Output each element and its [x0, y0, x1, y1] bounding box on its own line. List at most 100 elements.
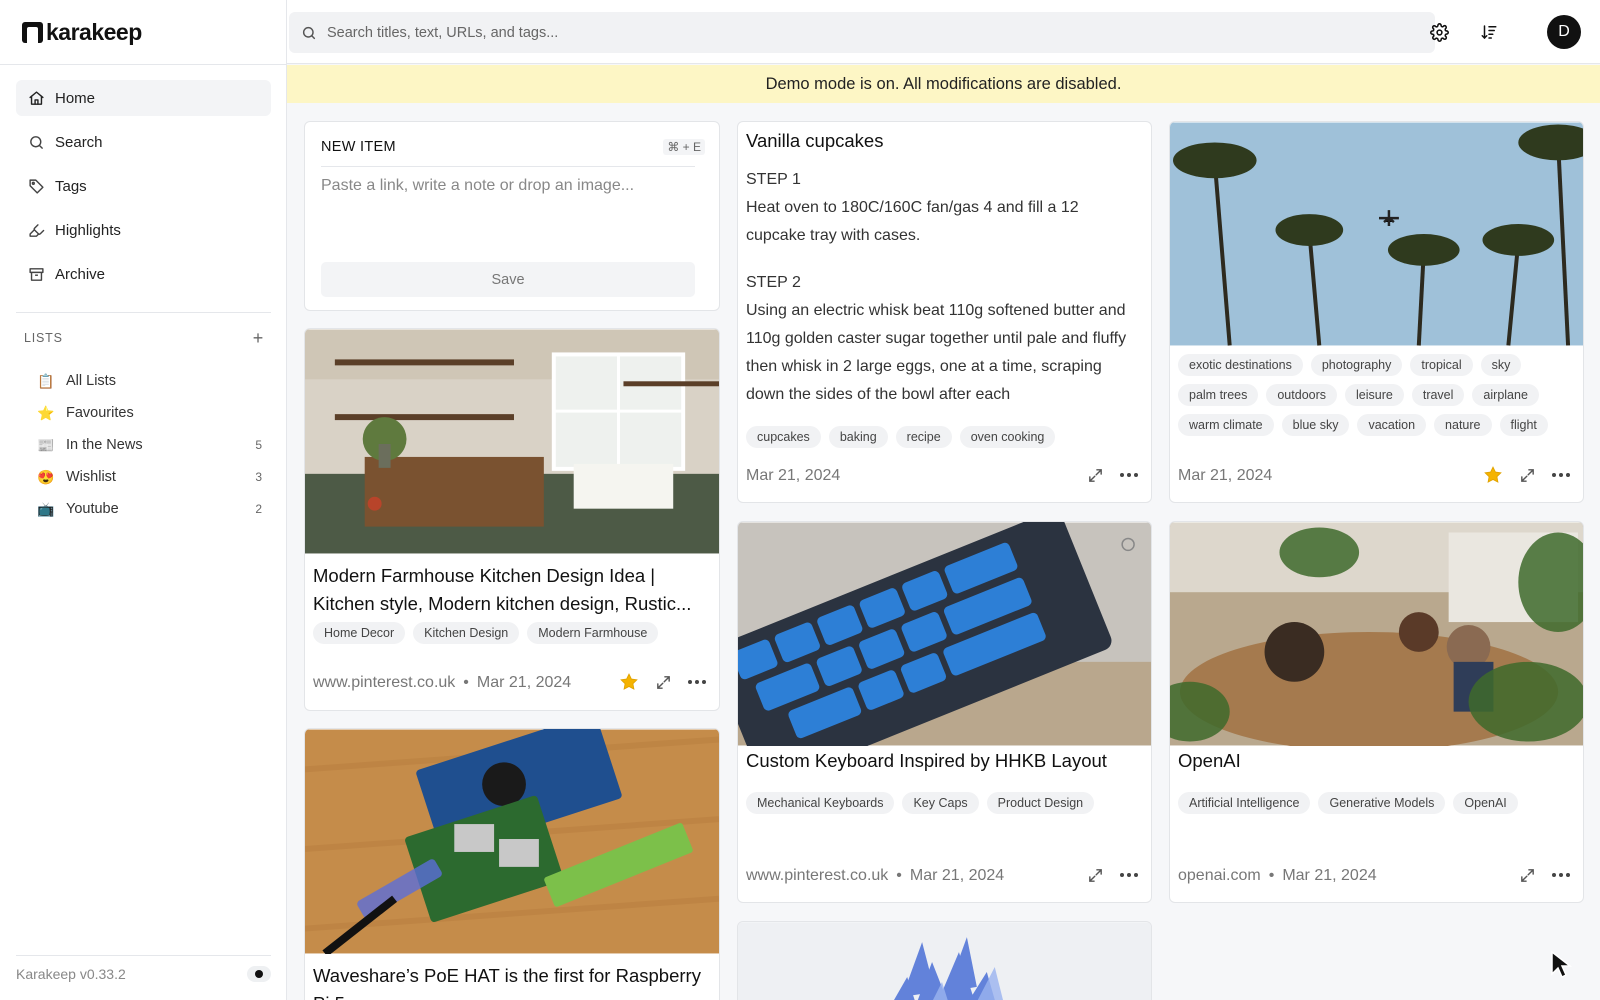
sort-button[interactable]	[1475, 18, 1503, 46]
nav-item-tags[interactable]: Tags	[16, 168, 271, 204]
bookmark-card-openai[interactable]: OpenAI Artificial Intelligence Generativ…	[1169, 521, 1584, 903]
tag-chip[interactable]: oven cooking	[959, 426, 1056, 448]
tv-icon: 📺	[37, 500, 55, 517]
favourite-star-icon[interactable]	[619, 672, 639, 692]
card-domain[interactable]: www.pinterest.co.uk	[746, 867, 888, 885]
tag-chip[interactable]: flight	[1499, 414, 1548, 436]
divider	[16, 312, 271, 313]
tag-chip[interactable]: baking	[828, 426, 888, 448]
tag-chip[interactable]: nature	[1434, 414, 1492, 436]
card-title[interactable]: Vanilla cupcakes	[746, 130, 883, 152]
bookmark-card-kitchen[interactable]: Modern Farmhouse Kitchen Design Idea | K…	[304, 328, 720, 711]
card-domain[interactable]: www.pinterest.co.uk	[313, 674, 455, 692]
kitchen-image[interactable]	[305, 329, 719, 554]
tag-chip[interactable]: vacation	[1357, 414, 1427, 436]
tag-chip[interactable]: outdoors	[1266, 384, 1338, 406]
new-item-card: NEW ITEM ⌘ + E Save	[304, 121, 720, 311]
tag-chip[interactable]: Kitchen Design	[413, 622, 520, 644]
nav-item-archive[interactable]: Archive	[16, 256, 271, 292]
nav-item-home[interactable]: Home	[16, 80, 271, 116]
search-input[interactable]	[327, 24, 1407, 41]
tag-chip[interactable]: Artificial Intelligence	[1178, 792, 1311, 814]
divider	[0, 64, 287, 65]
palm-trees-image[interactable]	[1170, 122, 1583, 346]
nav-item-search[interactable]: Search	[16, 124, 271, 160]
bookmark-card-keyboard[interactable]: Custom Keyboard Inspired by HHKB Layout …	[737, 521, 1152, 903]
tag-chip[interactable]: Modern Farmhouse	[527, 622, 659, 644]
tag-list: Artificial Intelligence Generative Model…	[1178, 792, 1578, 814]
card-meta: openai.com • Mar 21, 2024	[1178, 867, 1377, 885]
app-logo[interactable]: karakeep	[22, 18, 142, 46]
favourite-star-icon[interactable]	[1483, 465, 1503, 485]
list-item-favourites[interactable]: ⭐ Favourites	[36, 397, 266, 429]
tag-chip[interactable]: tropical	[1410, 354, 1473, 376]
meta-separator: •	[896, 867, 902, 884]
list-item-all-lists[interactable]: 📋 All Lists	[36, 365, 266, 397]
step-label: STEP 1	[746, 171, 801, 188]
new-item-input[interactable]	[321, 177, 695, 247]
theme-toggle[interactable]	[247, 966, 271, 982]
bookmark-card-crystal[interactable]	[737, 921, 1152, 1000]
card-title[interactable]: Custom Keyboard Inspired by HHKB Layout	[746, 747, 1146, 775]
tag-chip[interactable]: warm climate	[1178, 414, 1274, 436]
tag-chip[interactable]: photography	[1310, 354, 1403, 376]
tag-chip[interactable]: Mechanical Keyboards	[746, 792, 895, 814]
tag-chip[interactable]: cupcakes	[746, 426, 821, 448]
expand-icon[interactable]	[1517, 865, 1537, 885]
card-title[interactable]: Waveshare’s PoE HAT is the first for Ras…	[313, 962, 713, 1000]
expand-icon[interactable]	[1085, 465, 1105, 485]
tag-chip[interactable]: recipe	[895, 426, 952, 448]
tag-chip[interactable]: leisure	[1345, 384, 1404, 406]
tag-chip[interactable]: Product Design	[986, 792, 1095, 814]
tag-chip[interactable]: airplane	[1472, 384, 1539, 406]
tag-chip[interactable]: Key Caps	[902, 792, 979, 814]
add-list-icon[interactable]: +	[253, 329, 264, 347]
save-button[interactable]: Save	[321, 262, 695, 297]
expand-icon[interactable]	[653, 672, 673, 692]
openai-office-image[interactable]	[1170, 522, 1583, 746]
list-item-wishlist[interactable]: 😍 Wishlist 3	[36, 461, 266, 493]
list-label: All Lists	[66, 373, 116, 389]
list-item-in-the-news[interactable]: 📰 In the News 5	[36, 429, 266, 461]
nav-item-highlights[interactable]: Highlights	[16, 212, 271, 248]
image-card-palms[interactable]: exotic destinations photography tropical…	[1169, 121, 1584, 503]
list-count: 5	[255, 438, 262, 452]
more-options-icon[interactable]	[1551, 465, 1571, 485]
archive-icon	[29, 267, 44, 281]
card-date: Mar 21, 2024	[1282, 867, 1377, 884]
settings-button[interactable]	[1425, 18, 1453, 46]
expand-icon[interactable]	[1517, 465, 1537, 485]
more-options-icon[interactable]	[1119, 465, 1139, 485]
keyboard-image[interactable]	[738, 522, 1151, 746]
crystal-image[interactable]	[738, 922, 1151, 1000]
lists-heading: LISTS	[24, 331, 63, 345]
logo-text: karakeep	[46, 18, 142, 45]
tag-chip[interactable]: travel	[1411, 384, 1465, 406]
tag-chip[interactable]: palm trees	[1178, 384, 1259, 406]
note-card-cupcakes[interactable]: Vanilla cupcakes STEP 1 Heat oven to 180…	[737, 121, 1152, 503]
more-options-icon[interactable]	[687, 672, 707, 692]
expand-icon[interactable]	[1085, 865, 1105, 885]
tag-chip[interactable]: blue sky	[1281, 414, 1350, 436]
card-actions	[1085, 465, 1139, 485]
card-domain[interactable]: openai.com	[1178, 867, 1261, 885]
search-icon	[30, 135, 43, 149]
step-text: Heat oven to 180C/160C fan/gas 4 and fil…	[746, 199, 1079, 244]
tag-chip[interactable]: Generative Models	[1318, 792, 1446, 814]
raspberry-pi-image[interactable]	[305, 729, 719, 954]
card-meta: Mar 21, 2024	[746, 467, 840, 485]
card-title[interactable]: OpenAI	[1178, 747, 1578, 775]
tag-chip[interactable]: Home Decor	[313, 622, 406, 644]
tag-chip[interactable]: exotic destinations	[1178, 354, 1303, 376]
card-title[interactable]: Modern Farmhouse Kitchen Design Idea | K…	[313, 562, 713, 618]
tag-chip[interactable]: OpenAI	[1453, 792, 1518, 814]
newspaper-icon: 📰	[37, 436, 55, 453]
more-options-icon[interactable]	[1119, 865, 1139, 885]
user-avatar[interactable]: D	[1547, 15, 1581, 49]
search-bar[interactable]	[289, 12, 1435, 53]
bookmark-card-waveshare[interactable]: Waveshare’s PoE HAT is the first for Ras…	[304, 728, 720, 1000]
nav-label: Search	[55, 133, 103, 151]
more-options-icon[interactable]	[1551, 865, 1571, 885]
list-item-youtube[interactable]: 📺 Youtube 2	[36, 493, 266, 525]
tag-chip[interactable]: sky	[1480, 354, 1522, 376]
